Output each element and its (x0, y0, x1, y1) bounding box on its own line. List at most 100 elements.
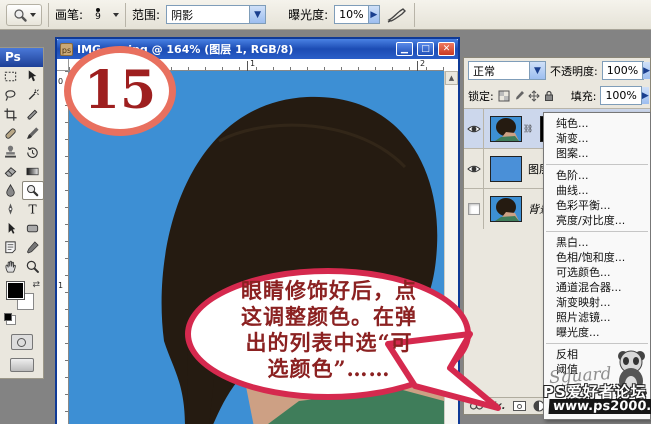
range-label: 范围: (132, 6, 160, 23)
lock-all-icon[interactable] (543, 90, 555, 102)
menu-item-hue-saturation[interactable]: 色相/饱和度... (544, 250, 650, 265)
tool-dodge[interactable] (22, 181, 44, 200)
visibility-toggle[interactable] (464, 109, 484, 149)
tool-eraser[interactable] (0, 162, 22, 181)
tool-notes[interactable] (0, 238, 22, 257)
tool-lasso[interactable] (0, 86, 22, 105)
tool-rectangular-marquee[interactable] (0, 67, 22, 86)
watermark-url: www.ps2000.cn (548, 399, 651, 414)
divider (125, 3, 126, 27)
airbrush-toggle-icon[interactable] (386, 6, 408, 24)
tool-type[interactable]: T (22, 200, 44, 219)
lock-label: 锁定: (468, 88, 494, 104)
tool-pen[interactable] (0, 200, 22, 219)
visibility-toggle[interactable] (464, 189, 484, 229)
chevron-down-icon (30, 13, 36, 17)
menu-item-levels[interactable]: 色阶... (544, 168, 650, 183)
lock-position-icon[interactable] (528, 90, 540, 102)
layer-thumbnail[interactable] (490, 196, 522, 222)
exposure-input[interactable]: 10% ▶ (334, 5, 380, 24)
tool-path-selection[interactable] (0, 219, 22, 238)
tool-grid: T (0, 67, 43, 276)
tool-shape[interactable] (22, 219, 44, 238)
eye-hidden-icon (468, 203, 480, 215)
menu-item-exposure[interactable]: 曝光度... (544, 325, 650, 340)
svg-text:T: T (28, 203, 36, 217)
spin-arrow-icon[interactable]: ▶ (642, 62, 650, 79)
lock-pixels-icon[interactable] (513, 90, 525, 102)
menu-item-gradient[interactable]: 渐变... (544, 131, 650, 146)
add-mask-icon[interactable] (513, 401, 526, 411)
lock-transparency-icon[interactable] (498, 90, 510, 102)
tool-clone-stamp[interactable] (0, 143, 22, 162)
tool-crop[interactable] (0, 105, 22, 124)
tool-eyedropper[interactable] (22, 238, 44, 257)
foreground-color-swatch[interactable] (7, 282, 24, 299)
spin-arrow-icon[interactable]: ▶ (641, 87, 649, 104)
layer-thumbnail[interactable] (490, 156, 522, 182)
tool-preset-button[interactable] (6, 4, 42, 26)
scroll-up-icon[interactable]: ▲ (445, 71, 458, 85)
tool-move[interactable] (22, 67, 44, 86)
exposure-label: 曝光度: (288, 6, 328, 23)
combo-arrow-icon[interactable]: ▼ (249, 6, 265, 23)
divider (414, 3, 415, 27)
menu-item-brightness-contrast[interactable]: 亮度/对比度... (544, 213, 650, 228)
menu-item-pattern[interactable]: 图案... (544, 146, 650, 161)
blend-mode-select[interactable]: 正常 ▼ (468, 61, 546, 80)
combo-arrow-icon[interactable]: ▼ (529, 62, 545, 79)
vertical-ruler[interactable]: 0 1 2 (57, 71, 69, 424)
opacity-input[interactable]: 100% ▶ (602, 61, 644, 80)
close-button[interactable]: ✕ (438, 42, 455, 56)
brush-label: 画笔: (55, 6, 83, 23)
menu-separator (546, 231, 648, 232)
step-number: 15 (84, 65, 156, 117)
ruler-corner (57, 59, 69, 71)
tool-blur[interactable] (0, 181, 22, 200)
menu-separator (546, 343, 648, 344)
tool-brush[interactable] (22, 124, 44, 143)
screen-mode-button[interactable] (10, 358, 34, 372)
tool-magic-wand[interactable] (22, 86, 44, 105)
brush-preview[interactable]: 9 (89, 8, 107, 22)
link-layers-icon[interactable] (469, 401, 484, 411)
tool-slice[interactable] (22, 105, 44, 124)
tool-options-bar: 画笔: 9 范围: 阴影 ▼ 曝光度: 10% ▶ (0, 0, 651, 30)
tool-zoom[interactable] (22, 257, 44, 276)
maximize-button[interactable]: □ (417, 42, 434, 56)
chevron-down-icon[interactable] (113, 13, 119, 17)
layer-thumbnail[interactable] (490, 116, 522, 142)
opacity-label: 不透明度: (550, 63, 598, 79)
menu-item-gradient-map[interactable]: 渐变映射... (544, 295, 650, 310)
menu-item-solid-color[interactable]: 纯色... (544, 116, 650, 131)
menu-item-black-white[interactable]: 黑白... (544, 235, 650, 250)
spin-arrow-icon[interactable]: ▶ (368, 6, 380, 23)
default-colors-icon[interactable] (4, 313, 12, 321)
menu-item-photo-filter[interactable]: 照片滤镜... (544, 310, 650, 325)
menu-item-selective-color[interactable]: 可选颜色... (544, 265, 650, 280)
swap-colors-icon[interactable]: ⇄ (32, 280, 40, 290)
fill-label: 填充: (571, 88, 597, 104)
menu-separator (546, 164, 648, 165)
document-icon: ps (60, 43, 73, 56)
ps-logo[interactable]: Ps (0, 48, 43, 67)
minimize-button[interactable]: ▁ (396, 42, 413, 56)
fill-input[interactable]: 100% ▶ (600, 86, 642, 105)
menu-item-color-balance[interactable]: 色彩平衡... (544, 198, 650, 213)
color-swatches: ⇄ (0, 280, 43, 326)
step-number-badge: 15 (64, 46, 176, 136)
tool-gradient[interactable] (22, 162, 44, 181)
menu-item-channel-mixer[interactable]: 通道混合器... (544, 280, 650, 295)
mask-link-icon: ⛓ (523, 124, 533, 133)
tool-healing-brush[interactable] (0, 124, 22, 143)
divider (48, 3, 49, 27)
menu-item-curves[interactable]: 曲线... (544, 183, 650, 198)
layer-style-icon[interactable]: fx. (491, 401, 506, 412)
tool-history-brush[interactable] (22, 143, 44, 162)
tool-hand[interactable] (0, 257, 22, 276)
visibility-toggle[interactable] (464, 149, 484, 189)
brush-dot-icon (96, 8, 100, 12)
eye-icon (467, 163, 481, 175)
range-select[interactable]: 阴影 ▼ (166, 5, 266, 24)
quick-mask-button[interactable] (11, 334, 33, 350)
